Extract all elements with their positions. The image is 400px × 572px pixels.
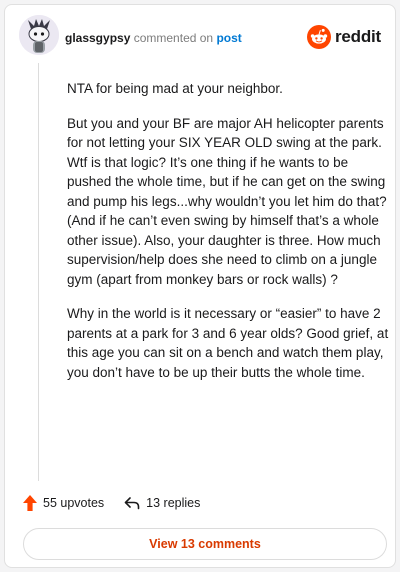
reply-arrow-icon <box>124 497 140 510</box>
comment-paragraph: NTA for being mad at your neighbor. <box>67 81 283 96</box>
comment-actions: 55 upvotes 13 replies <box>23 493 200 513</box>
upvote-count: 55 upvotes <box>43 496 105 510</box>
view-comments-button[interactable]: View 13 comments <box>23 528 387 560</box>
comment-paragraph: Why in the world is it necessary or “eas… <box>67 306 389 380</box>
snoo-avatar-icon <box>19 15 59 55</box>
username[interactable]: glassgypsy <box>65 31 130 45</box>
comment-meta: glassgypsy commented on post <box>65 31 242 45</box>
reply-button[interactable]: 13 replies <box>124 496 200 510</box>
reddit-logo-text: reddit <box>334 27 381 46</box>
comment-body: NTA for being mad at your neighbor. But … <box>67 79 389 397</box>
comment-header: glassgypsy commented on post reddit <box>19 15 381 59</box>
reddit-alien-icon <box>306 25 331 49</box>
thread-line[interactable] <box>38 63 39 481</box>
upvote-button[interactable]: 55 upvotes <box>23 495 104 511</box>
comment-card: glassgypsy commented on post reddit NTA … <box>4 4 396 568</box>
reply-count: 13 replies <box>146 496 201 510</box>
post-link[interactable]: post <box>216 31 241 45</box>
comment-paragraph: But you and your BF are major AH helicop… <box>67 115 387 287</box>
reddit-logo[interactable]: reddit <box>306 24 381 50</box>
commented-on-text: commented on <box>133 31 214 45</box>
avatar[interactable] <box>19 15 59 55</box>
upvote-arrow-icon <box>23 495 37 511</box>
